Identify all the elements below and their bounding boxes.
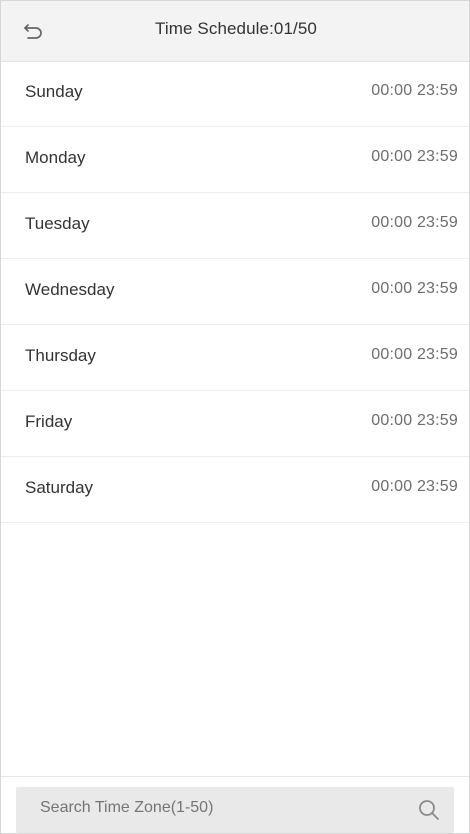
search-area (1, 776, 469, 833)
schedule-row-friday[interactable]: Friday 00:00 23:59 (1, 391, 469, 457)
start-time: 00:00 (371, 82, 413, 99)
day-label: Wednesday (25, 280, 115, 299)
search-input[interactable] (40, 799, 340, 817)
start-time: 00:00 (371, 280, 413, 297)
day-label: Saturday (25, 478, 94, 497)
time-range: 00:00 23:59 (371, 148, 458, 166)
time-range: 00:00 23:59 (371, 412, 458, 430)
schedule-row-saturday[interactable]: Saturday 00:00 23:59 (1, 457, 469, 523)
start-time: 00:00 (371, 214, 413, 231)
schedule-row-wednesday[interactable]: Wednesday 00:00 23:59 (1, 259, 469, 325)
time-range: 00:00 23:59 (371, 346, 458, 364)
day-label: Tuesday (25, 214, 90, 233)
time-schedule-screen: Time Schedule:01/50 Sunday 00:00 23:59 M… (0, 0, 470, 834)
start-time: 00:00 (371, 478, 413, 495)
end-time: 23:59 (416, 280, 458, 297)
start-time: 00:00 (371, 148, 413, 165)
header-bar: Time Schedule:01/50 (1, 1, 469, 62)
time-range: 00:00 23:59 (371, 82, 458, 100)
end-time: 23:59 (416, 82, 458, 99)
end-time: 23:59 (416, 412, 458, 429)
time-range: 00:00 23:59 (371, 478, 458, 496)
day-label: Monday (25, 148, 86, 167)
schedule-row-monday[interactable]: Monday 00:00 23:59 (1, 127, 469, 193)
time-range: 00:00 23:59 (371, 280, 458, 298)
end-time: 23:59 (416, 346, 458, 363)
start-time: 00:00 (371, 412, 413, 429)
time-range: 00:00 23:59 (371, 214, 458, 232)
schedule-row-tuesday[interactable]: Tuesday 00:00 23:59 (1, 193, 469, 259)
end-time: 23:59 (416, 478, 458, 495)
end-time: 23:59 (416, 148, 458, 165)
day-label: Sunday (25, 82, 83, 101)
search-bar[interactable] (16, 787, 454, 833)
day-label: Friday (25, 412, 73, 431)
start-time: 00:00 (371, 346, 413, 363)
end-time: 23:59 (416, 214, 458, 231)
schedule-row-thursday[interactable]: Thursday 00:00 23:59 (1, 325, 469, 391)
page-title: Time Schedule:01/50 (155, 19, 317, 38)
schedule-list: Sunday 00:00 23:59 Monday 00:00 23:59 Tu… (1, 61, 469, 523)
day-label: Thursday (25, 346, 96, 365)
search-icon[interactable] (416, 797, 442, 823)
schedule-row-sunday[interactable]: Sunday 00:00 23:59 (1, 61, 469, 127)
